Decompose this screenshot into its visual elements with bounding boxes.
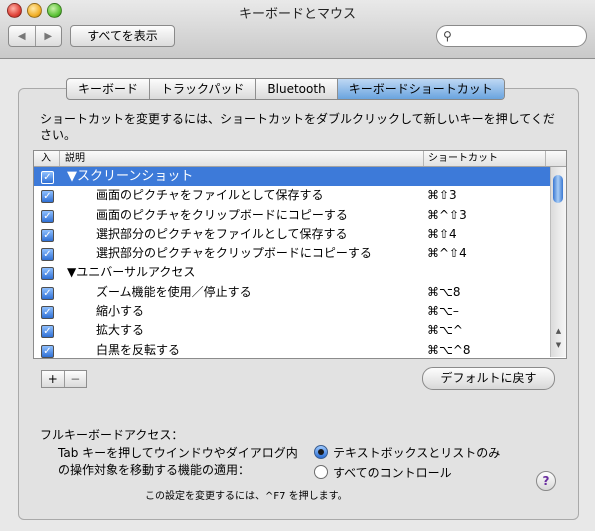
add-button[interactable]: + [42, 371, 64, 387]
enabled-checkbox[interactable]: ✓ [41, 190, 54, 204]
shortcut-keys[interactable]: ⌘⇧4 [427, 225, 457, 244]
table-row[interactable]: ✓ 選択部分のピクチャをクリップボードにコピーする ⌘^⇧4 [34, 244, 550, 263]
header-description[interactable]: 説明 [61, 151, 424, 166]
instructions-text: ショートカットを変更するには、ショートカットをダブルクリックして新しいキーを押し… [40, 112, 555, 142]
show-all-button[interactable]: すべてを表示 [70, 25, 175, 47]
help-button[interactable]: ? [536, 471, 556, 491]
scrollbar-thumb[interactable] [553, 175, 563, 203]
shortcut-description: ▼ユニバーサルアクセス [67, 265, 196, 280]
radio-label: すべてのコントロール [333, 466, 452, 480]
enabled-checkbox[interactable]: ✓ [41, 286, 54, 300]
forward-arrow-icon[interactable]: ▶ [34, 26, 62, 46]
restore-defaults-button[interactable]: デフォルトに戻す [422, 367, 555, 390]
table-row[interactable]: ✓ ▼ユニバーサルアクセス [34, 263, 550, 282]
table-row[interactable]: ✓ 選択部分のピクチャをファイルとして保存する ⌘⇧4 [34, 225, 550, 244]
keyboard-access-note: この設定を変更するには、^F7 を押します。 [145, 491, 348, 502]
back-forward-control: ◀ ▶ [8, 25, 62, 47]
shortcut-description: 画面のピクチャをファイルとして保存する [96, 188, 324, 203]
enabled-checkbox[interactable]: ✓ [41, 344, 54, 358]
tab-keyboard-shortcuts[interactable]: キーボードショートカット [336, 79, 504, 99]
table-row[interactable]: ✓ 画面のピクチャをファイルとして保存する ⌘⇧3 [34, 186, 550, 205]
shortcut-keys[interactable]: ⌘⌥8 [427, 283, 460, 302]
header-shortcut[interactable]: ショートカット [424, 151, 546, 166]
shortcut-keys[interactable]: ⌘⌥^8 [427, 341, 471, 358]
table-rows: ✓ ▼スクリーンショット ✓ 画面のピクチャをファイルとして保存する ⌘⇧3 ✓ 画面のピク… [34, 167, 550, 358]
shortcut-description: 画面のピクチャをクリップボードにコピーする [96, 207, 348, 222]
table-row[interactable]: ✓ 白黒を反転する ⌘⌥^8 [34, 341, 550, 358]
header-enabled[interactable]: 入 [34, 151, 60, 166]
search-field[interactable]: ⚲ [436, 25, 587, 47]
tab-keyboard[interactable]: キーボード [67, 79, 149, 99]
enabled-checkbox[interactable]: ✓ [41, 228, 54, 242]
radio-unselected-icon[interactable] [314, 465, 328, 479]
radio-label: テキストボックスとリストのみ [333, 446, 501, 460]
shortcut-description: 選択部分のピクチャをファイルとして保存する [96, 226, 348, 241]
scroll-down-arrow-icon[interactable]: ▼ [551, 341, 566, 349]
table-row[interactable]: ✓ 拡大する ⌘⌥^ [34, 321, 550, 340]
table-row[interactable]: ✓ ▼スクリーンショット [34, 167, 550, 187]
back-arrow-icon[interactable]: ◀ [9, 26, 35, 46]
enabled-checkbox[interactable]: ✓ [41, 267, 54, 281]
radio-text-boxes-and-lists[interactable]: テキストボックスとリストのみ [314, 445, 595, 461]
add-remove-control: + − [41, 370, 87, 388]
tab-trackpad[interactable]: トラックパッド [149, 79, 255, 99]
radio-selected-icon[interactable] [314, 445, 328, 459]
tab-bar: キーボード トラックパッド Bluetooth キーボードショートカット [66, 78, 505, 100]
search-icon: ⚲ [443, 29, 452, 43]
shortcut-description: 拡大する [96, 323, 145, 338]
enabled-checkbox[interactable]: ✓ [41, 171, 54, 184]
shortcut-keys[interactable]: ⌘^⇧4 [427, 244, 467, 263]
enabled-checkbox[interactable]: ✓ [41, 306, 54, 320]
table-row[interactable]: ✓ 縮小する ⌘⌥– [34, 302, 550, 321]
scroll-up-arrow-icon[interactable]: ▲ [551, 327, 566, 335]
enabled-checkbox[interactable]: ✓ [41, 325, 54, 339]
shortcut-description: 縮小する [96, 304, 145, 319]
tab-bluetooth[interactable]: Bluetooth [255, 79, 336, 99]
remove-button[interactable]: − [63, 371, 87, 387]
shortcut-keys[interactable]: ⌘⌥^ [427, 321, 463, 340]
shortcut-keys[interactable]: ⌘⇧3 [427, 186, 457, 205]
vertical-scrollbar[interactable]: ▲ ▼ [550, 167, 566, 357]
shortcut-description: ズーム機能を使用／停止する [96, 284, 252, 299]
shortcuts-table: 入 説明 ショートカット ✓ ▼スクリーンショット ✓ 画面のピクチャをファイルとして… [33, 150, 567, 359]
window-titlebar: キーボードとマウス ◀ ▶ すべてを表示 ⚲ [0, 0, 595, 59]
shortcut-keys[interactable]: ⌘⌥– [427, 302, 459, 321]
table-header: 入 説明 ショートカット [34, 151, 566, 167]
shortcut-description: 選択部分のピクチャをクリップボードにコピーする [96, 246, 372, 261]
shortcut-description: ▼スクリーンショット [67, 169, 194, 184]
table-row[interactable]: ✓ 画面のピクチャをクリップボードにコピーする ⌘^⇧3 [34, 206, 550, 225]
full-keyboard-access-description: Tab キーを押してウインドウやダイアログ内の操作対象を移動する機能の適用： [58, 446, 298, 477]
full-keyboard-access-label: フルキーボードアクセス： [40, 428, 184, 442]
window-title: キーボードとマウス [238, 7, 356, 22]
shortcut-keys[interactable]: ⌘^⇧3 [427, 206, 467, 225]
enabled-checkbox[interactable]: ✓ [41, 248, 54, 262]
enabled-checkbox[interactable]: ✓ [41, 209, 54, 223]
shortcut-description: 白黒を反転する [96, 342, 181, 357]
table-row[interactable]: ✓ ズーム機能を使用／停止する ⌘⌥8 [34, 283, 550, 302]
